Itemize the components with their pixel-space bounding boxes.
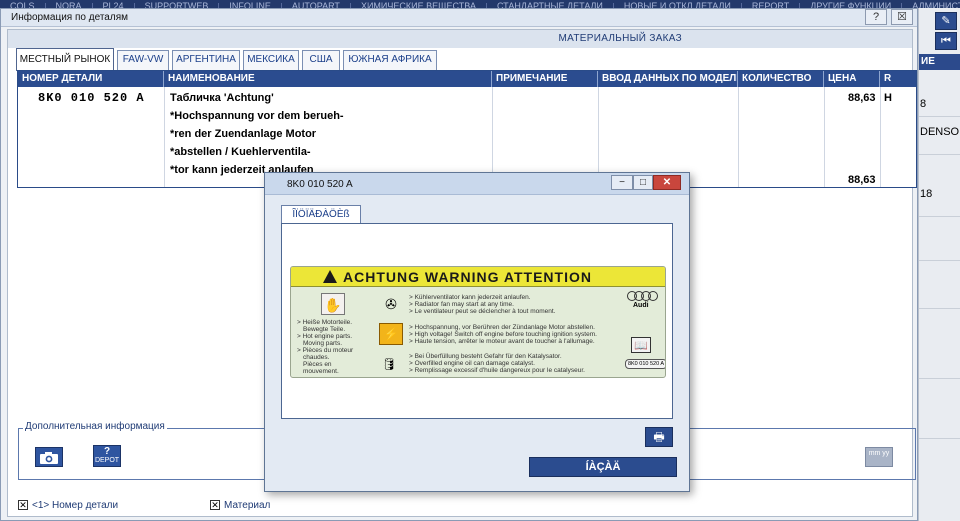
label-text: > Heiße Motorteile. bbox=[297, 319, 353, 326]
column-part-number[interactable]: НОМЕР ДЕТАЛИ bbox=[18, 71, 164, 87]
order-header: МАТЕРИАЛЬНЫЙ ЗАКАЗ bbox=[8, 30, 912, 48]
label-text: mouvement. bbox=[303, 368, 339, 375]
material-checkbox-label: Материал bbox=[224, 500, 271, 511]
back-button[interactable]: ÍÀÇÀÄ bbox=[529, 457, 677, 477]
part-number-checkbox-label: <1> Номер детали bbox=[32, 500, 119, 511]
warning-triangle-icon bbox=[323, 270, 337, 283]
label-text: > Le ventilateur peut se déclencher à to… bbox=[409, 308, 556, 315]
camera-button[interactable] bbox=[35, 447, 63, 467]
divider bbox=[919, 216, 960, 217]
table-header: НОМЕР ДЕТАЛИ НАИМЕНОВАНИЕ ПРИМЕЧАНИЕ ВВО… bbox=[18, 71, 916, 87]
dialog-close-button[interactable]: ✕ bbox=[653, 175, 681, 190]
right-panel-fragment: 8 bbox=[920, 98, 927, 110]
tab-faw-vw[interactable]: FAW-VW bbox=[117, 50, 169, 70]
name-line: *abstellen / Kuehlerventila- bbox=[170, 146, 311, 158]
column-model-data[interactable]: ВВОД ДАННЫХ ПО МОДЕЛИ bbox=[598, 71, 738, 87]
dialog-title: 8K0 010 520 A bbox=[287, 179, 353, 190]
r-cell: H bbox=[884, 92, 892, 104]
oil-can-icon: 🛢 bbox=[381, 357, 397, 371]
minimize-button[interactable]: − bbox=[611, 175, 633, 190]
window-titlebar: Информация по деталям ? ☒ bbox=[1, 9, 917, 27]
column-divider bbox=[164, 87, 165, 187]
tab-argentina[interactable]: АРГЕНТИНА bbox=[172, 50, 240, 70]
tab-image[interactable]: ÎÏÖÏÄÐÀÖÈß bbox=[281, 205, 361, 224]
tab-south-africa[interactable]: ЮЖНАЯ АФРИКА bbox=[343, 50, 437, 70]
print-button[interactable]: 🖶 bbox=[645, 427, 673, 447]
material-checkbox[interactable]: ✕ bbox=[210, 500, 220, 510]
depot-label: DEPOT bbox=[94, 457, 120, 464]
label-text: > Remplissage excessif d'huile dangereux… bbox=[409, 367, 585, 374]
column-r[interactable]: R bbox=[880, 71, 916, 87]
divider bbox=[919, 116, 960, 117]
window-title: Информация по деталям bbox=[11, 12, 128, 23]
label-text: Pièces en bbox=[303, 361, 332, 368]
help-button[interactable]: ? bbox=[865, 9, 887, 25]
printer-icon: 🖶 bbox=[653, 430, 665, 444]
maximize-button[interactable]: □ bbox=[633, 175, 653, 190]
divider bbox=[919, 308, 960, 309]
fan-icon: ✇ bbox=[385, 296, 397, 312]
right-panel-header: ИЕ bbox=[919, 54, 960, 70]
brand-text: Audi bbox=[633, 302, 649, 309]
first-page-icon[interactable]: ⏮ bbox=[935, 32, 957, 50]
tab-mexico[interactable]: МЕКСИКА bbox=[243, 50, 299, 70]
column-price[interactable]: ЦЕНА bbox=[824, 71, 880, 87]
name-line: *Hochspannung vor dem berueh- bbox=[170, 110, 344, 122]
date-format-button[interactable]: mm yy bbox=[865, 447, 893, 467]
right-panel-fragment: DENSO bbox=[920, 126, 960, 138]
label-text: > High voltage! Switch off engine before… bbox=[409, 331, 597, 338]
label-heading: ACHTUNG WARNING ATTENTION bbox=[343, 269, 592, 285]
column-name[interactable]: НАИМЕНОВАНИЕ bbox=[164, 71, 492, 87]
label-text: > Kühlerventilator kann jederzeit anlauf… bbox=[409, 294, 531, 301]
name-line: Табличка 'Achtung' bbox=[170, 92, 274, 104]
divider bbox=[919, 378, 960, 379]
label-text: Moving parts. bbox=[303, 340, 343, 347]
label-image-dialog: 8K0 010 520 A − □ ✕ ÎÏÖÏÄÐÀÖÈß ACHTUNG W… bbox=[264, 172, 690, 492]
label-text: > Pièces du moteur bbox=[297, 347, 354, 354]
label-text: > Haute tension, arrêter le moteur avant… bbox=[409, 338, 595, 345]
order-header-title: МАТЕРИАЛЬНЫЙ ЗАКАЗ bbox=[558, 33, 682, 44]
close-button[interactable]: ☒ bbox=[891, 9, 913, 25]
total-price-cell: 88,63 bbox=[848, 174, 876, 186]
label-text: > Hochspannung, vor Berühren der Zündanl… bbox=[409, 324, 595, 331]
top-menu-bar: COLS NORA PL24 SUPPORTWEB INFOLINE AUTOPART ХИ… bbox=[0, 0, 960, 8]
divider bbox=[919, 260, 960, 261]
audi-rings-logo bbox=[627, 291, 658, 301]
label-text: > Hot engine parts. bbox=[297, 333, 353, 340]
part-number-checkbox[interactable]: ✕ bbox=[18, 500, 28, 510]
label-text: > Overfilled engine oil can damage catal… bbox=[409, 360, 535, 367]
high-voltage-icon: ⚡ bbox=[379, 323, 403, 345]
label-text: > Bei Überfüllung besteht Gefahr für den… bbox=[409, 353, 562, 360]
no-touch-icon: ✋ bbox=[321, 293, 345, 315]
divider bbox=[919, 438, 960, 439]
warning-label-image: ACHTUNG WARNING ATTENTION ✋ > Heiße Moto… bbox=[290, 266, 666, 378]
price-cell: 88,63 bbox=[848, 92, 876, 104]
tab-local-market[interactable]: МЕСТНЫЙ РЫНОК bbox=[16, 48, 114, 71]
additional-info-legend: Дополнительная информация bbox=[23, 421, 167, 432]
pin-icon[interactable]: ✎ bbox=[935, 12, 957, 30]
part-number-cell[interactable]: 8K0 010 520 A bbox=[38, 91, 145, 105]
divider bbox=[919, 154, 960, 155]
manual-book-icon: 📖 bbox=[631, 337, 651, 353]
column-note[interactable]: ПРИМЕЧАНИЕ bbox=[492, 71, 598, 87]
dialog-titlebar: 8K0 010 520 A − □ ✕ bbox=[265, 173, 689, 195]
column-divider bbox=[824, 87, 825, 187]
tab-usa[interactable]: США bbox=[302, 50, 340, 70]
label-text: chaudes. bbox=[303, 354, 330, 361]
camera-icon bbox=[40, 452, 58, 464]
depot-button[interactable]: ? DEPOT bbox=[93, 445, 121, 467]
right-panel-fragment: 18 bbox=[920, 188, 933, 200]
name-line: *ren der Zuendanlage Motor bbox=[170, 128, 317, 140]
right-side-panel: ✎ ⏮ ИЕ 8 DENSO 18 bbox=[918, 8, 960, 521]
label-part-code: 8K0 010 520 A bbox=[625, 359, 665, 369]
label-text: > Radiator fan may start at any time. bbox=[409, 301, 514, 308]
image-panel: ACHTUNG WARNING ATTENTION ✋ > Heiße Moto… bbox=[281, 223, 673, 419]
label-text: Bewegte Teile. bbox=[303, 326, 346, 333]
column-divider bbox=[880, 87, 881, 187]
question-icon: ? bbox=[103, 446, 111, 457]
parts-table: НОМЕР ДЕТАЛИ НАИМЕНОВАНИЕ ПРИМЕЧАНИЕ ВВО… bbox=[17, 70, 917, 188]
column-quantity[interactable]: КОЛИЧЕСТВО bbox=[738, 71, 824, 87]
label-heading-band: ACHTUNG WARNING ATTENTION bbox=[291, 267, 665, 287]
column-divider bbox=[738, 87, 739, 187]
